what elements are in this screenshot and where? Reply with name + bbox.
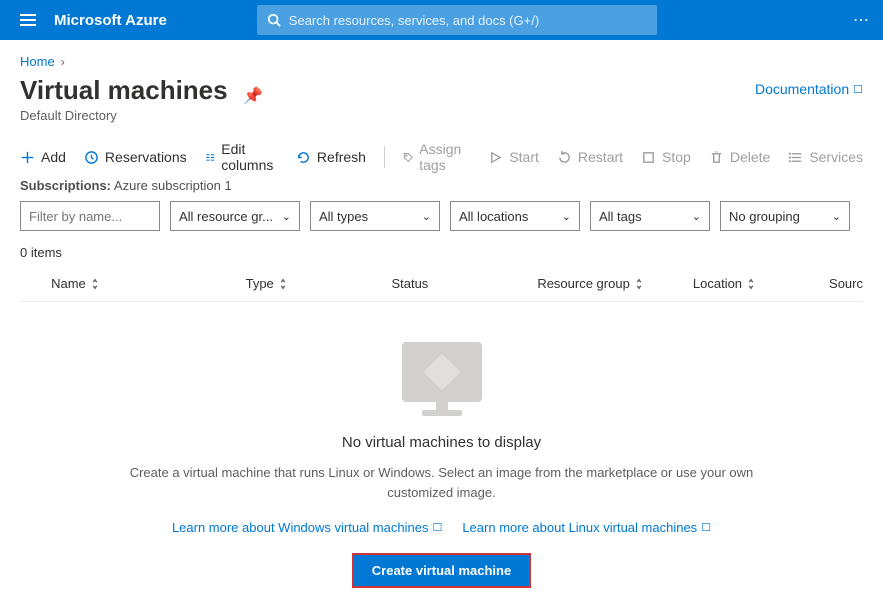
locations-dropdown[interactable]: All locations ⌄ <box>450 201 580 231</box>
delete-label: Delete <box>730 149 770 165</box>
subscriptions-label: Subscriptions: <box>20 178 111 193</box>
col-type-label: Type <box>246 276 274 291</box>
col-source-label: Sourc <box>829 276 863 291</box>
documentation-link[interactable]: Documentation ☐ <box>755 81 863 97</box>
plus-icon <box>20 150 35 165</box>
chevron-down-icon: ⌄ <box>832 210 841 223</box>
stop-button[interactable]: Stop <box>641 149 691 165</box>
sort-icon <box>634 278 644 290</box>
learn-windows-label: Learn more about Windows virtual machine… <box>172 520 429 535</box>
col-status[interactable]: Status <box>391 276 537 291</box>
filter-name-input[interactable] <box>20 201 160 231</box>
page-title: Virtual machines <box>20 75 228 106</box>
add-label: Add <box>41 149 66 165</box>
global-header: Microsoft Azure Search resources, servic… <box>0 0 883 40</box>
restart-button[interactable]: Restart <box>557 149 623 165</box>
command-bar: Add Reservations Edit columns Refresh As… <box>20 141 863 174</box>
col-rg-label: Resource group <box>537 276 630 291</box>
more-icon[interactable]: ⋯ <box>853 10 871 30</box>
reservations-button[interactable]: Reservations <box>84 149 187 165</box>
add-button[interactable]: Add <box>20 149 66 165</box>
col-name-label: Name <box>51 276 86 291</box>
col-location-label: Location <box>693 276 742 291</box>
global-search[interactable]: Search resources, services, and docs (G+… <box>257 5 657 35</box>
empty-heading: No virtual machines to display <box>20 434 863 451</box>
restart-label: Restart <box>578 149 623 165</box>
chevron-down-icon: ⌄ <box>422 210 431 223</box>
col-status-label: Status <box>391 276 428 291</box>
empty-state: No virtual machines to display Create a … <box>20 342 863 588</box>
subscriptions-value: Azure subscription 1 <box>114 178 232 193</box>
create-vm-button[interactable]: Create virtual machine <box>352 553 531 588</box>
brand-label: Microsoft Azure <box>54 12 167 29</box>
toolbar-separator <box>384 146 385 168</box>
subscriptions-line: Subscriptions: Azure subscription 1 <box>20 178 863 193</box>
search-icon <box>267 13 281 27</box>
col-type[interactable]: Type <box>246 276 392 291</box>
menu-icon[interactable] <box>12 6 44 34</box>
types-dropdown[interactable]: All types ⌄ <box>310 201 440 231</box>
resource-group-label: All resource gr... <box>179 209 273 224</box>
reservations-label: Reservations <box>105 149 187 165</box>
learn-windows-link[interactable]: Learn more about Windows virtual machine… <box>172 520 442 535</box>
breadcrumb: Home › <box>20 54 863 69</box>
chevron-right-icon: › <box>61 55 65 69</box>
play-icon <box>488 150 503 165</box>
page-subtitle: Default Directory <box>20 108 863 123</box>
delete-button[interactable]: Delete <box>709 149 770 165</box>
edit-columns-button[interactable]: Edit columns <box>205 141 278 173</box>
resource-group-dropdown[interactable]: All resource gr... ⌄ <box>170 201 300 231</box>
empty-monitor-icon <box>402 342 482 402</box>
services-button[interactable]: Services <box>788 149 863 165</box>
types-label: All types <box>319 209 368 224</box>
columns-icon <box>205 150 216 165</box>
external-link-icon: ☐ <box>853 83 863 96</box>
chevron-down-icon: ⌄ <box>282 210 291 223</box>
sort-icon <box>278 278 288 290</box>
item-count: 0 items <box>20 245 863 260</box>
tags-dropdown[interactable]: All tags ⌄ <box>590 201 710 231</box>
trash-icon <box>709 150 724 165</box>
refresh-button[interactable]: Refresh <box>296 149 366 165</box>
refresh-label: Refresh <box>317 149 366 165</box>
learn-linux-link[interactable]: Learn more about Linux virtual machines … <box>462 520 711 535</box>
col-location[interactable]: Location <box>693 276 829 291</box>
refresh-icon <box>296 150 311 165</box>
table-header: Name Type Status Resource group Location… <box>20 268 863 302</box>
sort-icon <box>746 278 756 290</box>
pin-icon[interactable]: 📌 <box>243 86 263 106</box>
external-link-icon: ☐ <box>432 521 442 534</box>
search-placeholder: Search resources, services, and docs (G+… <box>289 13 539 28</box>
col-resource-group[interactable]: Resource group <box>537 276 693 291</box>
grouping-dropdown[interactable]: No grouping ⌄ <box>720 201 850 231</box>
sort-icon <box>90 278 100 290</box>
start-label: Start <box>509 149 539 165</box>
clock-icon <box>84 150 99 165</box>
learn-linux-label: Learn more about Linux virtual machines <box>462 520 697 535</box>
stop-label: Stop <box>662 149 691 165</box>
assign-tags-button[interactable]: Assign tags <box>403 141 471 173</box>
services-label: Services <box>809 149 863 165</box>
external-link-icon: ☐ <box>701 521 711 534</box>
filters-row: All resource gr... ⌄ All types ⌄ All locat… <box>20 201 863 231</box>
assign-tags-label: Assign tags <box>419 141 470 173</box>
breadcrumb-home[interactable]: Home <box>20 54 55 69</box>
chevron-down-icon: ⌄ <box>692 210 701 223</box>
tag-icon <box>403 150 414 165</box>
tags-label: All tags <box>599 209 642 224</box>
stop-icon <box>641 150 656 165</box>
grouping-label: No grouping <box>729 209 800 224</box>
restart-icon <box>557 150 572 165</box>
locations-label: All locations <box>459 209 528 224</box>
chevron-down-icon: ⌄ <box>562 210 571 223</box>
learn-links: Learn more about Windows virtual machine… <box>20 520 863 535</box>
col-source[interactable]: Sourc <box>829 276 863 291</box>
start-button[interactable]: Start <box>488 149 539 165</box>
documentation-label: Documentation <box>755 81 849 97</box>
empty-description: Create a virtual machine that runs Linux… <box>122 463 762 502</box>
edit-columns-label: Edit columns <box>221 141 278 173</box>
list-icon <box>788 150 803 165</box>
col-name[interactable]: Name <box>51 276 245 291</box>
